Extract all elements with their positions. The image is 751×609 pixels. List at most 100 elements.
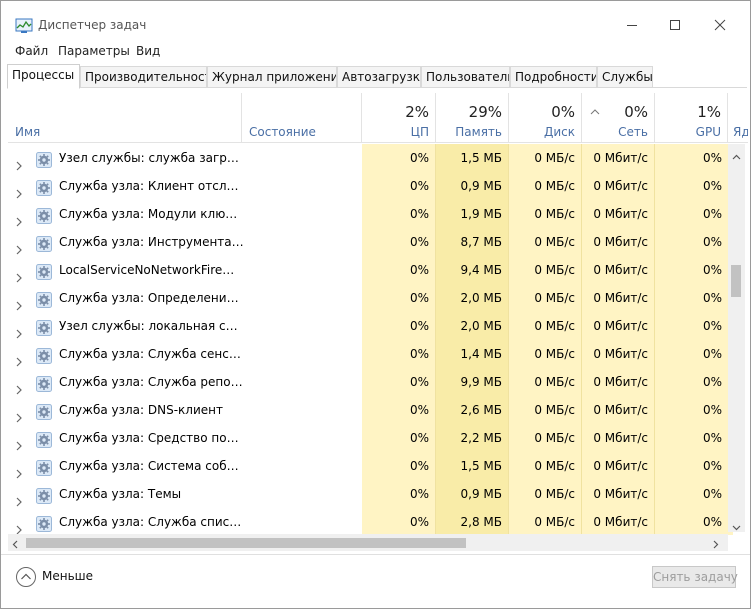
column-name[interactable]: Имя	[8, 93, 242, 143]
cpu-cell: 0%	[362, 228, 436, 256]
table-row[interactable]: Служба узла: Определение об... 0% 2,0 МБ 0 …	[8, 284, 733, 312]
table-row[interactable]: Служба узла: Служба репозит... 0% 9,9 МБ 0 …	[8, 368, 733, 396]
gpu-total: 1%	[697, 103, 721, 121]
column-disk[interactable]: 0% Диск	[509, 93, 582, 143]
fewer-details-button[interactable]: Меньше	[15, 566, 105, 588]
disk-cell: 0 МБ/с	[509, 200, 582, 228]
menu-view[interactable]: Вид	[136, 44, 160, 58]
process-name-cell: Служба узла: Служба списка с...	[8, 508, 246, 535]
memory-cell: 9,4 МБ	[436, 256, 509, 284]
table-row[interactable]: Служба узла: Система событи... 0% 1,5 МБ 0 …	[8, 452, 733, 480]
close-button[interactable]	[706, 13, 734, 37]
network-cell: 0 Мбит/с	[582, 480, 655, 508]
tab-services[interactable]: Службы	[597, 66, 653, 88]
scroll-up-icon[interactable]	[732, 149, 741, 163]
menu-file[interactable]: Файл	[15, 44, 48, 58]
process-name-cell: Служба узла: Модули ключей ...	[8, 200, 246, 228]
column-gpu-engine[interactable]: Яд	[728, 93, 748, 143]
tab-processes[interactable]: Процессы	[7, 64, 80, 89]
disk-cell: 0 МБ/с	[509, 452, 582, 480]
table-row[interactable]: Служба узла: DNS-клиент 0% 2,6 МБ 0 МБ/с 0 М…	[8, 396, 733, 424]
disk-cell: 0 МБ/с	[509, 172, 582, 200]
process-name-cell: Узел службы: локальная служ...	[8, 312, 246, 340]
process-name-cell: Узел службы: служба загрузки...	[8, 144, 246, 172]
network-cell: 0 Мбит/с	[582, 200, 655, 228]
table-row[interactable]: Узел службы: служба загрузки...0%1,5 МБ0…	[8, 144, 733, 172]
disk-cell: 0 МБ/с	[509, 508, 582, 535]
tab-details[interactable]: Подробности	[510, 66, 597, 88]
disk-cell: 0 МБ/с	[509, 228, 582, 256]
memory-cell: 2,0 МБ	[436, 284, 509, 312]
disk-cell: 0 МБ/с	[509, 424, 582, 452]
column-gpu-engine-label: Яд	[733, 125, 748, 139]
task-manager-window: Диспетчер задач Файл Параметры Вид Проце…	[0, 0, 751, 609]
menu-bar: Файл Параметры Вид	[1, 41, 750, 61]
memory-cell: 1,4 МБ	[436, 340, 509, 368]
network-cell: 0 Мбит/с	[582, 284, 655, 312]
tab-startup[interactable]: Автозагрузка	[337, 66, 421, 88]
tab-performance[interactable]: Производительность	[80, 66, 207, 88]
network-cell: 0 Мбит/с	[582, 508, 655, 535]
process-name: Узел службы: служба загрузки...	[59, 151, 244, 165]
table-row[interactable]: Служба узла: Средство постро...0%2,2 МБ0…	[8, 424, 733, 452]
gpu-cell: 0%	[655, 228, 728, 256]
column-status[interactable]: Состояние	[242, 93, 362, 143]
scroll-left-icon[interactable]	[12, 538, 18, 552]
column-gpu-label: GPU	[695, 125, 721, 139]
column-gpu[interactable]: 1% GPU	[655, 93, 728, 143]
table-row[interactable]: Служба узла: Модули ключей ... 0% 1,9 МБ 0 …	[8, 200, 733, 228]
process-name-cell: Служба узла: Средство постро...	[8, 424, 246, 452]
process-name: Служба узла: Система событи...	[59, 459, 244, 473]
column-cpu[interactable]: 2% ЦП	[362, 93, 436, 143]
table-row[interactable]: Узел службы: локальная служ... 0% 2,0 МБ 0 …	[8, 312, 733, 340]
table-row[interactable]: Служба узла: Инструментари... 0% 8,7 МБ 0 М…	[8, 228, 733, 256]
cpu-cell: 0%	[362, 172, 436, 200]
scroll-down-icon[interactable]	[732, 520, 741, 534]
network-cell: 0 Мбит/с	[582, 228, 655, 256]
gpu-cell: 0%	[655, 480, 728, 508]
memory-cell: 2,2 МБ	[436, 424, 509, 452]
cpu-cell: 0%	[362, 396, 436, 424]
sort-ascending-icon	[590, 104, 600, 118]
table-row[interactable]: LocalServiceNoNetworkFirewall ... 0% 9,4 М…	[8, 256, 733, 284]
column-network-label: Сеть	[618, 125, 648, 139]
column-memory[interactable]: 29% Память	[436, 93, 509, 143]
minimize-button[interactable]	[618, 13, 646, 37]
column-network[interactable]: 0% Сеть	[582, 93, 655, 143]
scroll-right-icon[interactable]	[713, 538, 719, 552]
cpu-cell: 0%	[362, 368, 436, 396]
vertical-scrollbar[interactable]	[728, 144, 745, 532]
horizontal-scrollbar[interactable]	[8, 534, 728, 551]
table-row[interactable]: Служба узла: Служба списка с...0%2,8 МБ0…	[8, 508, 733, 535]
gpu-cell: 0%	[655, 312, 728, 340]
process-name-cell: Служба узла: Служба сенсорн...	[8, 340, 246, 368]
process-name: LocalServiceNoNetworkFirewall ...	[59, 263, 244, 277]
tab-app-history[interactable]: Журнал приложений	[207, 66, 337, 88]
disk-cell: 0 МБ/с	[509, 312, 582, 340]
menu-options[interactable]: Параметры	[58, 44, 130, 58]
memory-cell: 1,5 МБ	[436, 144, 509, 172]
disk-cell: 0 МБ/с	[509, 256, 582, 284]
horizontal-scroll-thumb[interactable]	[26, 538, 466, 548]
table-row[interactable]: Служба узла: Темы 0% 0,9 МБ 0 МБ/с 0 Мбит/с 0…	[8, 480, 733, 508]
gpu-cell: 0%	[655, 508, 728, 535]
network-cell: 0 Мбит/с	[582, 424, 655, 452]
table-row[interactable]: Служба узла: Клиент отслежи... 0% 0,9 МБ 0 …	[8, 172, 733, 200]
table-row[interactable]: Служба узла: Служба сенсорн... 0% 1,4 МБ 0 …	[8, 340, 733, 368]
tab-users[interactable]: Пользователи	[421, 66, 510, 88]
network-cell: 0 Мбит/с	[582, 396, 655, 424]
chevron-right-icon[interactable]	[16, 517, 22, 535]
vertical-scroll-thumb[interactable]	[731, 265, 741, 297]
network-cell: 0 Мбит/с	[582, 340, 655, 368]
memory-cell: 1,5 МБ	[436, 452, 509, 480]
process-name: Служба узла: DNS-клиент	[59, 403, 223, 417]
process-name-cell: Служба узла: Клиент отслежи...	[8, 172, 246, 200]
network-cell: 0 Мбит/с	[582, 312, 655, 340]
maximize-button[interactable]	[661, 13, 689, 37]
gpu-cell: 0%	[655, 424, 728, 452]
window-title: Диспетчер задач	[38, 18, 147, 32]
network-cell: 0 Мбит/с	[582, 368, 655, 396]
end-task-button[interactable]: Снять задачу	[652, 566, 738, 588]
cpu-cell: 0%	[362, 340, 436, 368]
memory-cell: 2,8 МБ	[436, 508, 509, 535]
